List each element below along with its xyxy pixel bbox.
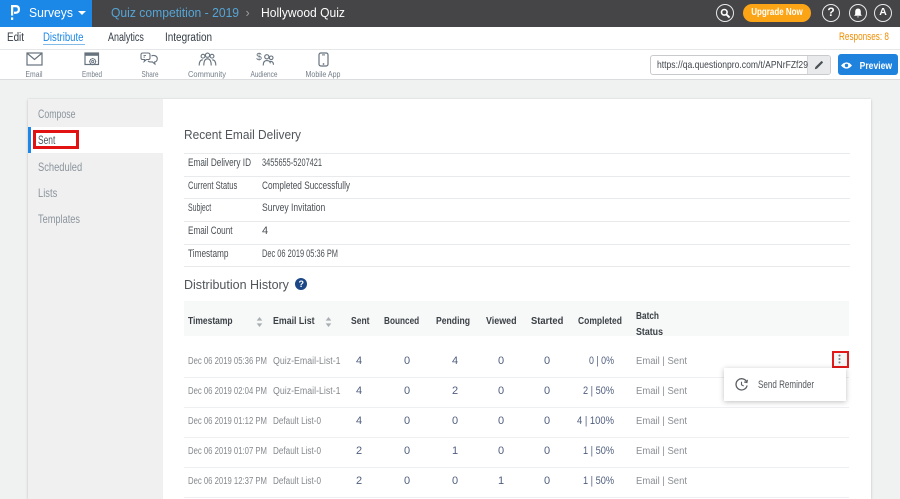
- svg-text:$: $: [256, 52, 262, 63]
